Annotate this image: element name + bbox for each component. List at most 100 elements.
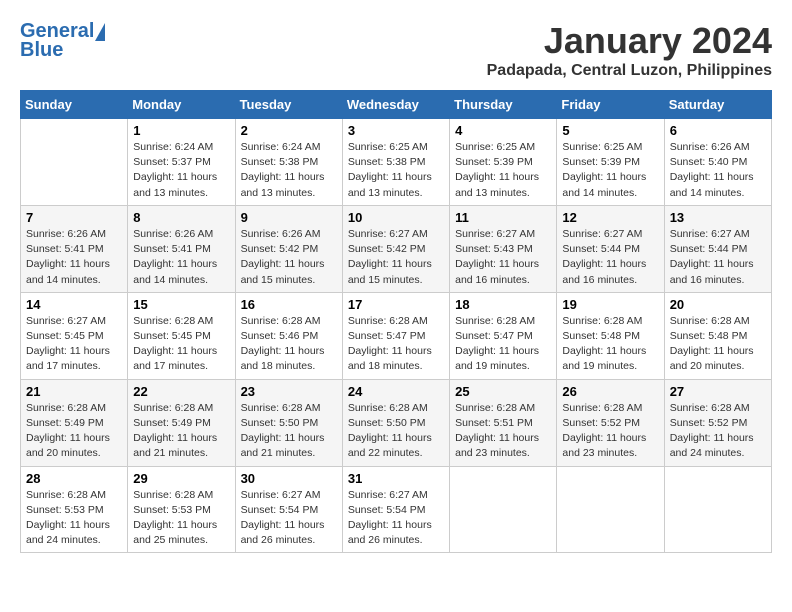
header-day-saturday: Saturday: [664, 91, 771, 119]
day-number: 17: [348, 297, 444, 312]
calendar-cell: 25 Sunrise: 6:28 AMSunset: 5:51 PMDayligh…: [450, 379, 557, 466]
calendar-cell: 5 Sunrise: 6:25 AMSunset: 5:39 PMDaylight…: [557, 119, 664, 206]
day-info: Sunrise: 6:24 AMSunset: 5:38 PMDaylight:…: [241, 140, 337, 201]
day-number: 22: [133, 384, 229, 399]
calendar-cell: 4 Sunrise: 6:25 AMSunset: 5:39 PMDaylight…: [450, 119, 557, 206]
day-info: Sunrise: 6:27 AMSunset: 5:44 PMDaylight:…: [562, 227, 658, 288]
calendar-cell: 22 Sunrise: 6:28 AMSunset: 5:49 PMDayligh…: [128, 379, 235, 466]
calendar-cell: 14 Sunrise: 6:27 AMSunset: 5:45 PMDayligh…: [21, 292, 128, 379]
day-info: Sunrise: 6:28 AMSunset: 5:47 PMDaylight:…: [455, 314, 551, 375]
calendar-cell: 17 Sunrise: 6:28 AMSunset: 5:47 PMDayligh…: [342, 292, 449, 379]
calendar-body: 1 Sunrise: 6:24 AMSunset: 5:37 PMDaylight…: [21, 119, 772, 553]
calendar-cell: 26 Sunrise: 6:28 AMSunset: 5:52 PMDayligh…: [557, 379, 664, 466]
calendar-cell: 23Sunrise: 6:28 AMSunset: 5:50 PMDayligh…: [235, 379, 342, 466]
day-info: Sunrise: 6:24 AMSunset: 5:37 PMDaylight:…: [133, 140, 229, 201]
header-day-sunday: Sunday: [21, 91, 128, 119]
day-info: Sunrise: 6:27 AMSunset: 5:43 PMDaylight:…: [455, 227, 551, 288]
page-header: General Blue January 2024 Padapada, Cent…: [20, 20, 772, 80]
day-number: 18: [455, 297, 551, 312]
day-number: 19: [562, 297, 658, 312]
logo-blue-text: Blue: [20, 39, 63, 62]
day-number: 10: [348, 210, 444, 225]
day-info: Sunrise: 6:28 AMSunset: 5:51 PMDaylight:…: [455, 401, 551, 462]
calendar-week-3: 14 Sunrise: 6:27 AMSunset: 5:45 PMDayligh…: [21, 292, 772, 379]
day-info: Sunrise: 6:25 AMSunset: 5:38 PMDaylight:…: [348, 140, 444, 201]
day-number: 8: [133, 210, 229, 225]
logo: General Blue: [20, 20, 105, 62]
day-info: Sunrise: 6:28 AMSunset: 5:52 PMDaylight:…: [670, 401, 766, 462]
calendar-cell: 20Sunrise: 6:28 AMSunset: 5:48 PMDayligh…: [664, 292, 771, 379]
calendar-cell: 31 Sunrise: 6:27 AMSunset: 5:54 PMDayligh…: [342, 466, 449, 553]
day-number: 5: [562, 123, 658, 138]
day-info: Sunrise: 6:28 AMSunset: 5:53 PMDaylight:…: [26, 488, 122, 549]
day-number: 13: [670, 210, 766, 225]
day-info: Sunrise: 6:25 AMSunset: 5:39 PMDaylight:…: [562, 140, 658, 201]
day-number: 27: [670, 384, 766, 399]
calendar-cell: [557, 466, 664, 553]
calendar-cell: 3Sunrise: 6:25 AMSunset: 5:38 PMDaylight…: [342, 119, 449, 206]
calendar-week-1: 1 Sunrise: 6:24 AMSunset: 5:37 PMDaylight…: [21, 119, 772, 206]
calendar-cell: 7 Sunrise: 6:26 AMSunset: 5:41 PMDaylight…: [21, 205, 128, 292]
header-day-friday: Friday: [557, 91, 664, 119]
day-info: Sunrise: 6:27 AMSunset: 5:44 PMDaylight:…: [670, 227, 766, 288]
day-number: 25: [455, 384, 551, 399]
day-info: Sunrise: 6:28 AMSunset: 5:50 PMDaylight:…: [348, 401, 444, 462]
day-number: 7: [26, 210, 122, 225]
day-info: Sunrise: 6:25 AMSunset: 5:39 PMDaylight:…: [455, 140, 551, 201]
day-info: Sunrise: 6:28 AMSunset: 5:47 PMDaylight:…: [348, 314, 444, 375]
calendar-cell: 2Sunrise: 6:24 AMSunset: 5:38 PMDaylight…: [235, 119, 342, 206]
calendar-cell: 1 Sunrise: 6:24 AMSunset: 5:37 PMDaylight…: [128, 119, 235, 206]
day-info: Sunrise: 6:28 AMSunset: 5:52 PMDaylight:…: [562, 401, 658, 462]
day-info: Sunrise: 6:26 AMSunset: 5:41 PMDaylight:…: [133, 227, 229, 288]
day-info: Sunrise: 6:28 AMSunset: 5:48 PMDaylight:…: [670, 314, 766, 375]
calendar-cell: [450, 466, 557, 553]
day-number: 6: [670, 123, 766, 138]
day-number: 14: [26, 297, 122, 312]
calendar-table: SundayMondayTuesdayWednesdayThursdayFrid…: [20, 90, 772, 553]
day-number: 31: [348, 471, 444, 486]
calendar-cell: 8 Sunrise: 6:26 AMSunset: 5:41 PMDaylight…: [128, 205, 235, 292]
calendar-cell: 28Sunrise: 6:28 AMSunset: 5:53 PMDayligh…: [21, 466, 128, 553]
calendar-cell: [21, 119, 128, 206]
day-number: 4: [455, 123, 551, 138]
calendar-week-2: 7 Sunrise: 6:26 AMSunset: 5:41 PMDaylight…: [21, 205, 772, 292]
calendar-cell: 12 Sunrise: 6:27 AMSunset: 5:44 PMDayligh…: [557, 205, 664, 292]
calendar-cell: 30Sunrise: 6:27 AMSunset: 5:54 PMDayligh…: [235, 466, 342, 553]
day-number: 24: [348, 384, 444, 399]
calendar-cell: 6 Sunrise: 6:26 AMSunset: 5:40 PMDaylight…: [664, 119, 771, 206]
calendar-cell: 18 Sunrise: 6:28 AMSunset: 5:47 PMDayligh…: [450, 292, 557, 379]
day-info: Sunrise: 6:26 AMSunset: 5:40 PMDaylight:…: [670, 140, 766, 201]
day-info: Sunrise: 6:28 AMSunset: 5:46 PMDaylight:…: [241, 314, 337, 375]
header-day-tuesday: Tuesday: [235, 91, 342, 119]
logo-triangle-icon: [95, 23, 105, 41]
calendar-header: SundayMondayTuesdayWednesdayThursdayFrid…: [21, 91, 772, 119]
calendar-cell: 27 Sunrise: 6:28 AMSunset: 5:52 PMDayligh…: [664, 379, 771, 466]
day-info: Sunrise: 6:28 AMSunset: 5:53 PMDaylight:…: [133, 488, 229, 549]
day-number: 26: [562, 384, 658, 399]
month-title: January 2024: [487, 20, 772, 62]
day-number: 12: [562, 210, 658, 225]
calendar-cell: 9Sunrise: 6:26 AMSunset: 5:42 PMDaylight…: [235, 205, 342, 292]
day-info: Sunrise: 6:28 AMSunset: 5:49 PMDaylight:…: [26, 401, 122, 462]
day-number: 1: [133, 123, 229, 138]
day-info: Sunrise: 6:27 AMSunset: 5:54 PMDaylight:…: [348, 488, 444, 549]
day-info: Sunrise: 6:26 AMSunset: 5:42 PMDaylight:…: [241, 227, 337, 288]
calendar-cell: 15 Sunrise: 6:28 AMSunset: 5:45 PMDayligh…: [128, 292, 235, 379]
day-number: 29: [133, 471, 229, 486]
calendar-cell: [664, 466, 771, 553]
header-row: SundayMondayTuesdayWednesdayThursdayFrid…: [21, 91, 772, 119]
day-info: Sunrise: 6:27 AMSunset: 5:45 PMDaylight:…: [26, 314, 122, 375]
calendar-cell: 13 Sunrise: 6:27 AMSunset: 5:44 PMDayligh…: [664, 205, 771, 292]
location-subtitle: Padapada, Central Luzon, Philippines: [487, 62, 772, 80]
day-info: Sunrise: 6:28 AMSunset: 5:49 PMDaylight:…: [133, 401, 229, 462]
day-number: 23: [241, 384, 337, 399]
calendar-cell: 10 Sunrise: 6:27 AMSunset: 5:42 PMDayligh…: [342, 205, 449, 292]
calendar-cell: 24 Sunrise: 6:28 AMSunset: 5:50 PMDayligh…: [342, 379, 449, 466]
day-info: Sunrise: 6:26 AMSunset: 5:41 PMDaylight:…: [26, 227, 122, 288]
calendar-cell: 21 Sunrise: 6:28 AMSunset: 5:49 PMDayligh…: [21, 379, 128, 466]
day-info: Sunrise: 6:27 AMSunset: 5:42 PMDaylight:…: [348, 227, 444, 288]
day-info: Sunrise: 6:28 AMSunset: 5:45 PMDaylight:…: [133, 314, 229, 375]
day-number: 21: [26, 384, 122, 399]
calendar-cell: 29 Sunrise: 6:28 AMSunset: 5:53 PMDayligh…: [128, 466, 235, 553]
day-number: 15: [133, 297, 229, 312]
